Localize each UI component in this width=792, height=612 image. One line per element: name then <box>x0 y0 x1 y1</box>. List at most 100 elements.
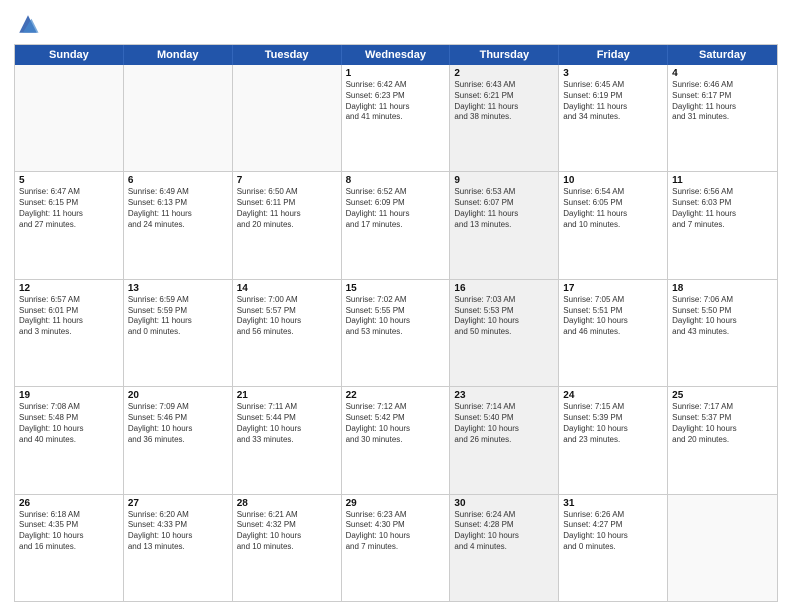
day-info: Sunrise: 7:03 AM Sunset: 5:53 PM Dayligh… <box>454 295 554 338</box>
weekday-header-thursday: Thursday <box>450 45 559 65</box>
day-number: 10 <box>563 175 663 186</box>
calendar-cell-day-9: 9Sunrise: 6:53 AM Sunset: 6:07 PM Daylig… <box>450 172 559 278</box>
day-number: 12 <box>19 283 119 294</box>
day-info: Sunrise: 7:06 AM Sunset: 5:50 PM Dayligh… <box>672 295 773 338</box>
day-number: 13 <box>128 283 228 294</box>
calendar-cell-day-13: 13Sunrise: 6:59 AM Sunset: 5:59 PM Dayli… <box>124 280 233 386</box>
calendar-cell-day-8: 8Sunrise: 6:52 AM Sunset: 6:09 PM Daylig… <box>342 172 451 278</box>
weekday-header-friday: Friday <box>559 45 668 65</box>
calendar-cell-day-18: 18Sunrise: 7:06 AM Sunset: 5:50 PM Dayli… <box>668 280 777 386</box>
day-info: Sunrise: 6:20 AM Sunset: 4:33 PM Dayligh… <box>128 510 228 553</box>
calendar-cell-day-25: 25Sunrise: 7:17 AM Sunset: 5:37 PM Dayli… <box>668 387 777 493</box>
day-number: 6 <box>128 175 228 186</box>
day-info: Sunrise: 6:23 AM Sunset: 4:30 PM Dayligh… <box>346 510 446 553</box>
weekday-header-wednesday: Wednesday <box>342 45 451 65</box>
calendar-cell-day-28: 28Sunrise: 6:21 AM Sunset: 4:32 PM Dayli… <box>233 495 342 601</box>
calendar-cell-day-16: 16Sunrise: 7:03 AM Sunset: 5:53 PM Dayli… <box>450 280 559 386</box>
day-number: 17 <box>563 283 663 294</box>
calendar-cell-day-11: 11Sunrise: 6:56 AM Sunset: 6:03 PM Dayli… <box>668 172 777 278</box>
day-info: Sunrise: 6:26 AM Sunset: 4:27 PM Dayligh… <box>563 510 663 553</box>
calendar-cell-day-14: 14Sunrise: 7:00 AM Sunset: 5:57 PM Dayli… <box>233 280 342 386</box>
calendar-cell-day-17: 17Sunrise: 7:05 AM Sunset: 5:51 PM Dayli… <box>559 280 668 386</box>
day-info: Sunrise: 6:52 AM Sunset: 6:09 PM Dayligh… <box>346 187 446 230</box>
day-info: Sunrise: 7:17 AM Sunset: 5:37 PM Dayligh… <box>672 402 773 445</box>
calendar-row-3: 19Sunrise: 7:08 AM Sunset: 5:48 PM Dayli… <box>15 386 777 493</box>
calendar-cell-empty <box>15 65 124 171</box>
day-info: Sunrise: 6:18 AM Sunset: 4:35 PM Dayligh… <box>19 510 119 553</box>
calendar-cell-day-27: 27Sunrise: 6:20 AM Sunset: 4:33 PM Dayli… <box>124 495 233 601</box>
day-info: Sunrise: 6:47 AM Sunset: 6:15 PM Dayligh… <box>19 187 119 230</box>
calendar-body: 1Sunrise: 6:42 AM Sunset: 6:23 PM Daylig… <box>15 65 777 601</box>
day-number: 3 <box>563 68 663 79</box>
calendar-row-2: 12Sunrise: 6:57 AM Sunset: 6:01 PM Dayli… <box>15 279 777 386</box>
calendar-cell-day-30: 30Sunrise: 6:24 AM Sunset: 4:28 PM Dayli… <box>450 495 559 601</box>
day-number: 14 <box>237 283 337 294</box>
day-number: 28 <box>237 498 337 509</box>
day-info: Sunrise: 7:02 AM Sunset: 5:55 PM Dayligh… <box>346 295 446 338</box>
day-number: 11 <box>672 175 773 186</box>
calendar-cell-day-31: 31Sunrise: 6:26 AM Sunset: 4:27 PM Dayli… <box>559 495 668 601</box>
day-number: 21 <box>237 390 337 401</box>
day-number: 27 <box>128 498 228 509</box>
calendar-cell-day-6: 6Sunrise: 6:49 AM Sunset: 6:13 PM Daylig… <box>124 172 233 278</box>
weekday-header-monday: Monday <box>124 45 233 65</box>
day-info: Sunrise: 6:49 AM Sunset: 6:13 PM Dayligh… <box>128 187 228 230</box>
day-info: Sunrise: 6:57 AM Sunset: 6:01 PM Dayligh… <box>19 295 119 338</box>
day-number: 2 <box>454 68 554 79</box>
day-number: 4 <box>672 68 773 79</box>
day-info: Sunrise: 6:50 AM Sunset: 6:11 PM Dayligh… <box>237 187 337 230</box>
day-number: 25 <box>672 390 773 401</box>
day-number: 31 <box>563 498 663 509</box>
weekday-header-saturday: Saturday <box>668 45 777 65</box>
calendar-cell-day-19: 19Sunrise: 7:08 AM Sunset: 5:48 PM Dayli… <box>15 387 124 493</box>
calendar-cell-day-5: 5Sunrise: 6:47 AM Sunset: 6:15 PM Daylig… <box>15 172 124 278</box>
calendar-cell-day-22: 22Sunrise: 7:12 AM Sunset: 5:42 PM Dayli… <box>342 387 451 493</box>
day-number: 8 <box>346 175 446 186</box>
calendar-cell-empty <box>124 65 233 171</box>
day-info: Sunrise: 6:54 AM Sunset: 6:05 PM Dayligh… <box>563 187 663 230</box>
logo <box>14 10 46 38</box>
calendar-row-1: 5Sunrise: 6:47 AM Sunset: 6:15 PM Daylig… <box>15 171 777 278</box>
day-number: 1 <box>346 68 446 79</box>
calendar-cell-day-1: 1Sunrise: 6:42 AM Sunset: 6:23 PM Daylig… <box>342 65 451 171</box>
calendar-cell-day-20: 20Sunrise: 7:09 AM Sunset: 5:46 PM Dayli… <box>124 387 233 493</box>
day-info: Sunrise: 7:00 AM Sunset: 5:57 PM Dayligh… <box>237 295 337 338</box>
day-number: 9 <box>454 175 554 186</box>
day-number: 7 <box>237 175 337 186</box>
day-info: Sunrise: 7:15 AM Sunset: 5:39 PM Dayligh… <box>563 402 663 445</box>
day-number: 30 <box>454 498 554 509</box>
day-number: 5 <box>19 175 119 186</box>
day-info: Sunrise: 6:46 AM Sunset: 6:17 PM Dayligh… <box>672 80 773 123</box>
calendar-cell-empty <box>233 65 342 171</box>
calendar-cell-day-4: 4Sunrise: 6:46 AM Sunset: 6:17 PM Daylig… <box>668 65 777 171</box>
day-info: Sunrise: 6:43 AM Sunset: 6:21 PM Dayligh… <box>454 80 554 123</box>
calendar-cell-day-26: 26Sunrise: 6:18 AM Sunset: 4:35 PM Dayli… <box>15 495 124 601</box>
calendar-header: SundayMondayTuesdayWednesdayThursdayFrid… <box>15 45 777 65</box>
day-number: 22 <box>346 390 446 401</box>
day-info: Sunrise: 7:11 AM Sunset: 5:44 PM Dayligh… <box>237 402 337 445</box>
day-info: Sunrise: 6:56 AM Sunset: 6:03 PM Dayligh… <box>672 187 773 230</box>
day-info: Sunrise: 7:12 AM Sunset: 5:42 PM Dayligh… <box>346 402 446 445</box>
day-number: 23 <box>454 390 554 401</box>
day-info: Sunrise: 6:24 AM Sunset: 4:28 PM Dayligh… <box>454 510 554 553</box>
day-number: 29 <box>346 498 446 509</box>
day-number: 15 <box>346 283 446 294</box>
calendar-row-0: 1Sunrise: 6:42 AM Sunset: 6:23 PM Daylig… <box>15 65 777 171</box>
calendar-cell-day-29: 29Sunrise: 6:23 AM Sunset: 4:30 PM Dayli… <box>342 495 451 601</box>
calendar-cell-day-2: 2Sunrise: 6:43 AM Sunset: 6:21 PM Daylig… <box>450 65 559 171</box>
calendar-row-4: 26Sunrise: 6:18 AM Sunset: 4:35 PM Dayli… <box>15 494 777 601</box>
weekday-header-sunday: Sunday <box>15 45 124 65</box>
calendar-cell-day-7: 7Sunrise: 6:50 AM Sunset: 6:11 PM Daylig… <box>233 172 342 278</box>
day-info: Sunrise: 7:09 AM Sunset: 5:46 PM Dayligh… <box>128 402 228 445</box>
day-info: Sunrise: 6:53 AM Sunset: 6:07 PM Dayligh… <box>454 187 554 230</box>
calendar-cell-empty <box>668 495 777 601</box>
calendar-cell-day-10: 10Sunrise: 6:54 AM Sunset: 6:05 PM Dayli… <box>559 172 668 278</box>
day-info: Sunrise: 7:08 AM Sunset: 5:48 PM Dayligh… <box>19 402 119 445</box>
day-info: Sunrise: 7:14 AM Sunset: 5:40 PM Dayligh… <box>454 402 554 445</box>
day-number: 18 <box>672 283 773 294</box>
day-info: Sunrise: 6:21 AM Sunset: 4:32 PM Dayligh… <box>237 510 337 553</box>
calendar-cell-day-3: 3Sunrise: 6:45 AM Sunset: 6:19 PM Daylig… <box>559 65 668 171</box>
day-info: Sunrise: 6:42 AM Sunset: 6:23 PM Dayligh… <box>346 80 446 123</box>
calendar-cell-day-24: 24Sunrise: 7:15 AM Sunset: 5:39 PM Dayli… <box>559 387 668 493</box>
calendar-cell-day-21: 21Sunrise: 7:11 AM Sunset: 5:44 PM Dayli… <box>233 387 342 493</box>
